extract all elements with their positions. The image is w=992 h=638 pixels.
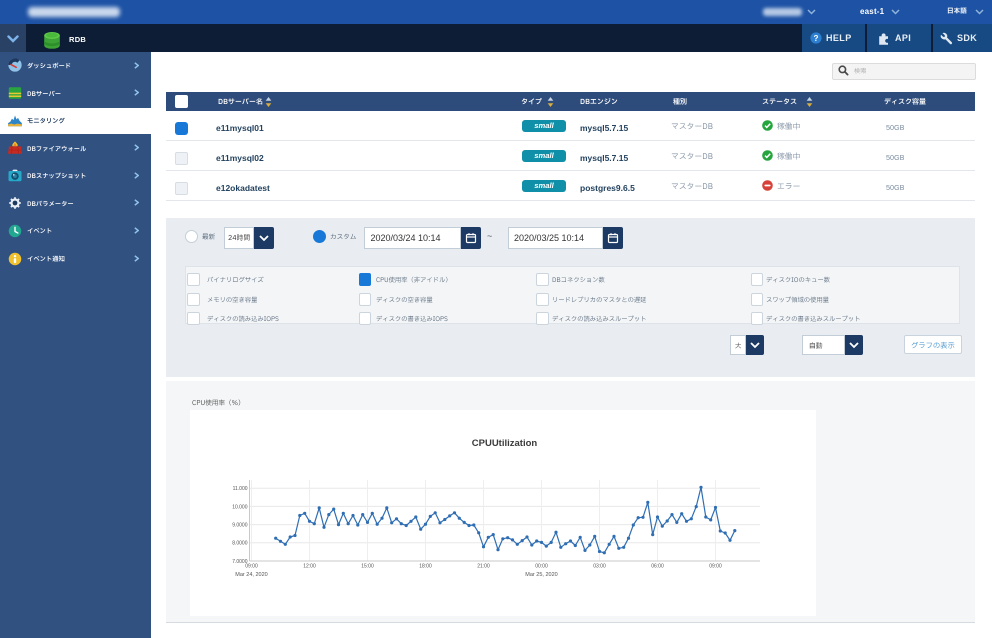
svg-text:?: ? [813, 34, 818, 43]
svg-text:21:00: 21:00 [477, 564, 490, 570]
svg-text:10.000: 10.000 [232, 504, 248, 510]
svg-text:Mar 24, 2020: Mar 24, 2020 [235, 572, 267, 578]
svg-text:09:00: 09:00 [709, 564, 722, 570]
svg-text:15:00: 15:00 [361, 564, 374, 570]
svg-text:06:00: 06:00 [651, 564, 664, 570]
svg-text:11.000: 11.000 [233, 486, 248, 492]
svg-text:03:00: 03:00 [593, 564, 606, 570]
svg-text:00:00: 00:00 [535, 564, 548, 570]
svg-text:09:00: 09:00 [245, 564, 258, 570]
svg-text:8.0000: 8.0000 [232, 541, 248, 547]
svg-text:CPUUtilization: CPUUtilization [472, 438, 538, 449]
svg-text:9.0000: 9.0000 [232, 523, 248, 529]
svg-text:12:00: 12:00 [303, 564, 316, 570]
svg-text:Mar 25, 2020: Mar 25, 2020 [525, 572, 557, 578]
svg-text:18:00: 18:00 [419, 564, 432, 570]
